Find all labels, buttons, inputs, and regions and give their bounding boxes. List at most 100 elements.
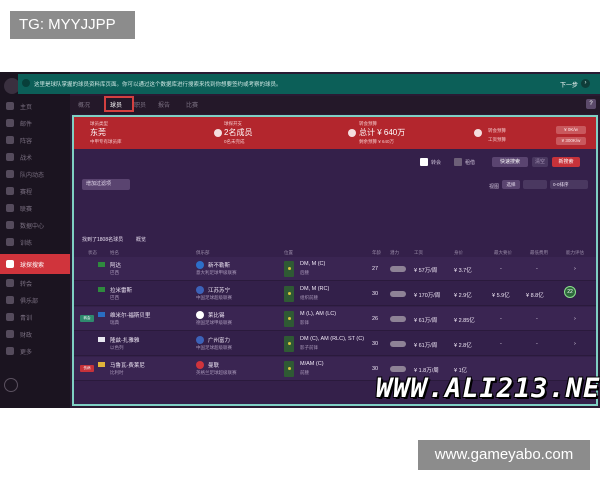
tab-highlight [104, 96, 134, 112]
position-pitch-icon [284, 336, 294, 352]
calendar-icon [6, 187, 14, 195]
club-badge-icon [196, 261, 204, 269]
flag-icon [98, 262, 105, 267]
club-name[interactable]: 莱比锡 [208, 311, 225, 319]
sidebar-item-scouting[interactable]: 球探搜索 [0, 254, 70, 274]
whistle-icon [6, 238, 14, 246]
column-potential[interactable]: 潜力 [390, 250, 399, 256]
new-search-button[interactable]: 新搜索 [552, 157, 580, 167]
max-price: - [500, 341, 502, 347]
add-filter-button[interactable]: 增加过滤项 [82, 179, 130, 190]
search-toolbar: 转会 租借 快速搜索 清空 新搜索 [74, 149, 596, 169]
position-pitch-icon [284, 361, 294, 377]
tab-reports[interactable]: 报告 [158, 100, 170, 109]
sidebar-item-label: 青训 [20, 315, 33, 322]
view-dropdown[interactable] [523, 180, 547, 189]
sidebar-item-label: 财政 [20, 332, 33, 339]
club-badge-icon [196, 286, 204, 294]
column-status[interactable]: 状态 [88, 250, 97, 256]
help-icon[interactable]: ? [586, 99, 596, 109]
watermark: WWW.ALI213.NET [376, 373, 600, 404]
max-price: ¥ 5.9亿 [492, 293, 510, 299]
potential-toggle[interactable] [390, 366, 406, 372]
table-row[interactable]: 转会 维米尔-福斯贝里 瑞典 莱比锡 德国足球甲级联赛 M (L), AM (L… [74, 307, 596, 331]
column-min-fee[interactable]: 最低费用 [530, 250, 548, 256]
player-search-panel: 球员类型 东莞 中甲专有球员库 球探开支 2名成员 0名未完成 转会预算 总计 … [72, 115, 598, 406]
potential-toggle[interactable] [390, 266, 406, 272]
potential-toggle[interactable] [390, 291, 406, 297]
column-value[interactable]: 身价 [454, 250, 463, 256]
player-role: 影子前锋 [300, 345, 318, 350]
chevron-right-icon[interactable]: › [581, 79, 590, 88]
player-position: M/AM (C) [300, 361, 324, 367]
sidebar-item-label: 队内动态 [20, 172, 45, 179]
loan-checkbox[interactable] [454, 158, 462, 166]
potential-toggle[interactable] [390, 341, 406, 347]
column-club[interactable]: 俱乐部 [196, 250, 210, 256]
rating-chevron-icon[interactable]: › [574, 316, 576, 322]
rating-chevron-icon[interactable]: › [574, 341, 576, 347]
min-fee: ¥ 8.8亿 [526, 293, 544, 299]
trophy-icon [6, 204, 14, 212]
club-name[interactable]: 曼联 [208, 361, 219, 369]
table-row[interactable]: 拉米雷斯 巴西 江苏苏宁 中国足球超级联赛 DM, M (RC) 组织前腰 30… [74, 282, 596, 306]
column-name[interactable]: 姓名 [110, 250, 119, 256]
wage-budget-pill[interactable]: ¥ 300K/w [556, 137, 586, 145]
transfer-checkbox[interactable] [420, 158, 428, 166]
dynamics-icon [6, 170, 14, 178]
home-icon [6, 102, 14, 110]
column-max-price[interactable]: 最大要价 [494, 250, 512, 256]
sidebar: 主页 邮件 阵容 战术 队内动态 赛程 联赛 数据中心 训练 医疗 球探搜索 转… [0, 72, 70, 408]
result-view[interactable]: 概览 [136, 236, 146, 243]
player-wage: ¥ 57万/周 [414, 268, 438, 274]
flag-icon [98, 287, 105, 292]
max-price: - [500, 316, 502, 322]
quick-search-button[interactable]: 快速搜索 [492, 157, 528, 167]
youth-icon [6, 313, 14, 321]
player-position: DM (C), AM (RLC), ST (C) [300, 336, 365, 342]
mail-icon [6, 119, 14, 127]
tab-overview[interactable]: 概况 [78, 100, 90, 109]
view-label: 视图 [489, 184, 500, 190]
player-role: 组织前腰 [300, 295, 318, 300]
manager-avatar[interactable] [4, 378, 18, 392]
player-role: 前腰 [300, 370, 309, 375]
column-wage[interactable]: 工资 [414, 250, 423, 256]
scouting-sub: 0名未完成 [224, 139, 245, 144]
sidebar-item-more[interactable]: 更多 [0, 341, 70, 361]
column-age[interactable]: 年龄 [372, 250, 381, 256]
sort-dropdown[interactable]: 0-0排序 [550, 180, 588, 189]
sidebar-item-label: 主页 [20, 104, 33, 111]
pill-label-transfer: 转会预算 [488, 128, 506, 133]
player-name[interactable]: 阿达 [110, 261, 121, 269]
scouting-value: 2名成员 [224, 128, 253, 137]
player-value: ¥ 2.9亿 [454, 293, 472, 299]
clear-button[interactable]: 清空 [532, 157, 548, 167]
view-select[interactable]: 选择 [502, 180, 520, 189]
player-age: 30 [372, 341, 379, 347]
column-position[interactable]: 位置 [284, 250, 293, 256]
result-bar: 找到了1808名球员 概览 [74, 233, 596, 245]
player-name[interactable]: 马鲁瓦-费莱尼 [110, 361, 145, 369]
sidebar-item-label: 赛程 [20, 189, 33, 196]
tab-matches[interactable]: 比赛 [186, 100, 198, 109]
player-name[interactable]: 隆兹-扎雅雅 [110, 336, 139, 344]
player-role: 影锋 [300, 320, 309, 325]
next-button[interactable]: 下一步 [560, 80, 578, 89]
money-icon [348, 129, 356, 137]
column-rating[interactable]: 能力评估 [566, 250, 584, 256]
table-row[interactable]: 阿达 巴西 新不勒斯 意大利足球甲级联赛 DM, M (C) 后腰 27 ¥ 5… [74, 257, 596, 281]
player-name[interactable]: 拉米雷斯 [110, 286, 132, 294]
min-fee: - [536, 266, 538, 272]
table-row[interactable]: 隆兹-扎雅雅 以色列 广州富力 中国足球超级联赛 DM (C), AM (RLC… [74, 332, 596, 356]
rating-chevron-icon[interactable]: › [574, 266, 576, 272]
team-sub: 中甲专有球员库 [90, 139, 122, 144]
transfer-budget-pill[interactable]: ¥ 0K/w [556, 126, 586, 134]
player-age: 30 [372, 366, 379, 372]
player-name[interactable]: 维米尔-福斯贝里 [110, 311, 150, 319]
club-name[interactable]: 广州富力 [208, 336, 230, 344]
club-name[interactable]: 新不勒斯 [208, 261, 230, 269]
tab-staff[interactable]: 职员 [134, 100, 146, 109]
club-name[interactable]: 江苏苏宁 [208, 286, 230, 294]
potential-toggle[interactable] [390, 316, 406, 322]
